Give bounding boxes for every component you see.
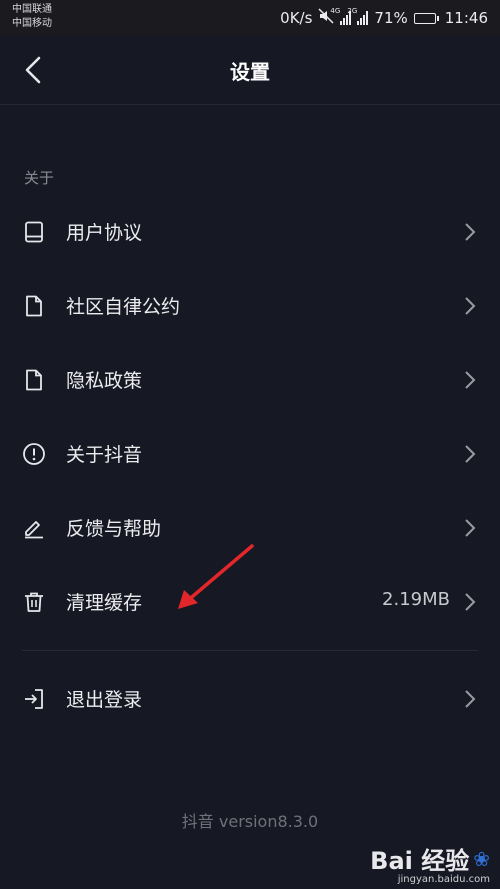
chevron-right-icon xyxy=(465,297,476,315)
info-circle-icon xyxy=(23,443,45,465)
carrier-2: 中国移动 xyxy=(12,18,52,29)
watermark-logo: Bai 经验 ❀ xyxy=(370,841,490,876)
clock: 11:46 xyxy=(444,9,488,27)
carrier-1: 中国联通 xyxy=(12,4,52,15)
baidu-jingyan-watermark: Bai 经验 ❀ jingyan.baidu.com xyxy=(370,841,490,886)
chevron-right-icon xyxy=(465,445,476,463)
annotation-arrow-icon xyxy=(178,544,254,609)
chevron-right-icon xyxy=(465,690,476,708)
chevron-right-icon xyxy=(465,519,476,537)
document-icon xyxy=(26,369,42,391)
sim1-network-tag: 4G xyxy=(330,7,341,15)
menu-item-user-agreement[interactable]: 用户协议 xyxy=(0,195,500,269)
battery-percent: 71% xyxy=(374,9,408,27)
menu-item-privacy-policy[interactable]: 隐私政策 xyxy=(0,343,500,417)
menu-item-community-guidelines[interactable]: 社区自律公约 xyxy=(0,269,500,343)
menu-item-label: 反馈与帮助 xyxy=(66,518,162,540)
net-speed: 0K/s xyxy=(280,9,313,27)
menu-item-logout[interactable]: 退出登录 xyxy=(0,662,500,736)
carrier-names: 中国联通 中国移动 xyxy=(12,3,52,31)
section-divider xyxy=(22,650,478,651)
status-bar: 中国联通 中国移动 0K/s 4G 2G 71% 11:46 xyxy=(0,0,500,36)
menu-item-label: 清理缓存 xyxy=(66,592,143,614)
menu-item-label: 隐私政策 xyxy=(66,370,143,392)
sim2-network-tag: 2G xyxy=(347,7,358,15)
menu-item-label: 关于抖音 xyxy=(66,444,143,466)
watermark-brand: Bai 经验 xyxy=(370,847,470,875)
menu-item-about-douyin[interactable]: 关于抖音 xyxy=(0,417,500,491)
status-indicators: 0K/s 4G 2G 71% 11:46 xyxy=(280,7,488,28)
logout-icon xyxy=(25,689,43,709)
chevron-right-icon xyxy=(465,371,476,389)
book-icon xyxy=(25,221,43,243)
edit-pen-icon xyxy=(25,521,43,539)
menu-item-label: 用户协议 xyxy=(66,222,143,244)
paw-icon: ❀ xyxy=(473,846,490,871)
cache-size-value: 2.19MB xyxy=(382,589,450,610)
app-version: 抖音 version8.3.0 xyxy=(181,812,319,831)
page-title: 设置 xyxy=(230,60,270,84)
trash-icon xyxy=(25,592,43,612)
chevron-right-icon xyxy=(465,223,476,241)
battery-icon xyxy=(413,12,439,24)
header-bar: 设置 xyxy=(0,36,500,105)
menu-item-label: 社区自律公约 xyxy=(66,296,181,318)
document-icon xyxy=(26,295,42,317)
chevron-right-icon xyxy=(465,593,476,611)
signal-icon-sim2: 2G xyxy=(347,7,369,25)
section-label-about: 关于 xyxy=(24,169,55,187)
menu-item-label: 退出登录 xyxy=(66,689,143,711)
